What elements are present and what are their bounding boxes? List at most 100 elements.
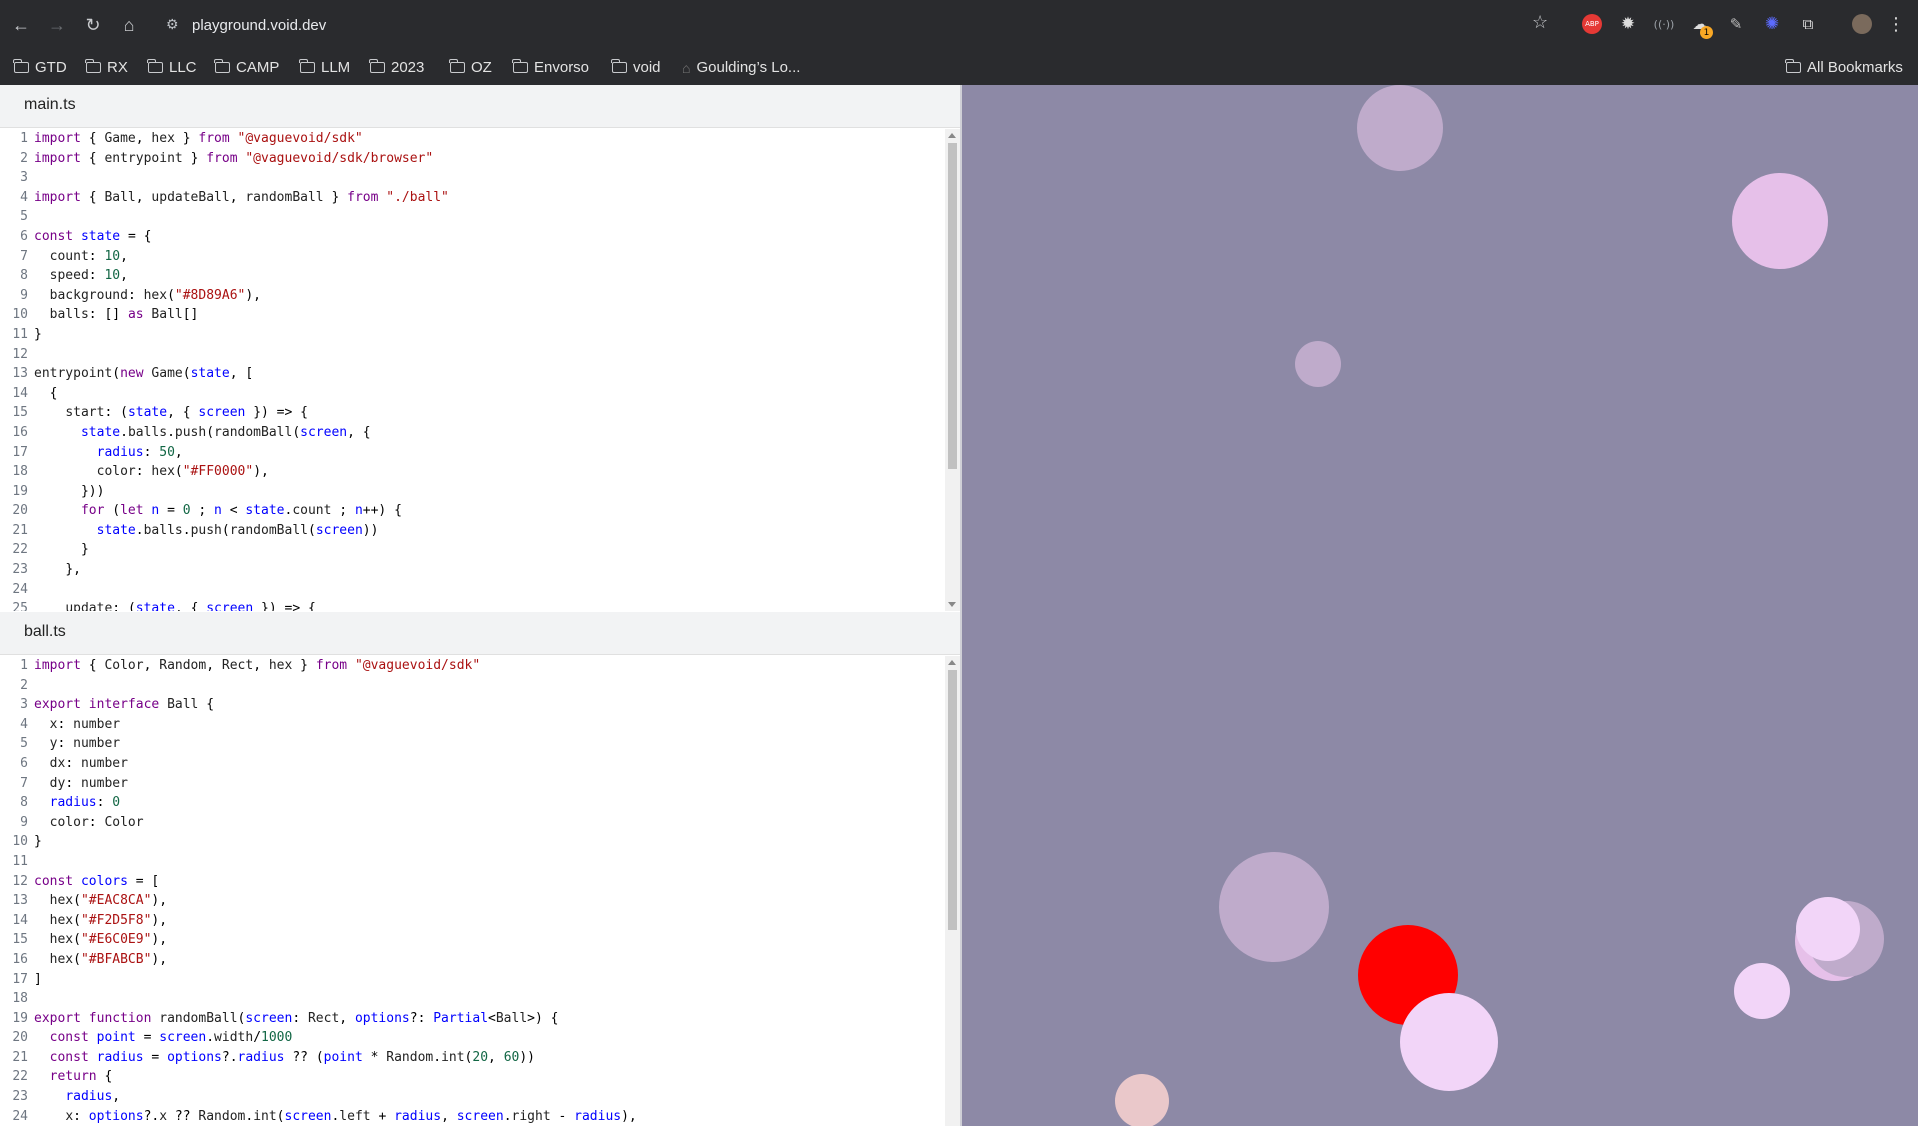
code-line[interactable]: 3 [0, 168, 945, 188]
code-line[interactable]: 14 hex("#F2D5F8"), [0, 911, 945, 931]
eyedropper-extension-icon[interactable]: ✎ [1726, 14, 1746, 34]
reload-icon[interactable]: ↻ [80, 12, 106, 38]
ball-scrollbar[interactable] [945, 656, 960, 1126]
code-line[interactable]: 17] [0, 970, 945, 990]
code-line[interactable]: 17 radius: 50, [0, 443, 945, 463]
code-line[interactable]: 2 import { entrypoint } from "@vaguevoid/… [0, 149, 945, 169]
code-line[interactable]: 24 x: options?.x ?? Random.int(screen.le… [0, 1107, 945, 1126]
code-line[interactable]: 2 [0, 676, 945, 696]
line-number: 2 [20, 677, 28, 693]
code-line[interactable]: 11} [0, 325, 945, 345]
ball-code-editor[interactable]: 1 import { Color, Random, Rect, hex } fro… [0, 656, 945, 1126]
url-text[interactable]: playground.void.dev [192, 17, 326, 34]
code-line[interactable]: 18 color: hex("#FF0000"), [0, 462, 945, 482]
code-line[interactable]: 23 radius, [0, 1087, 945, 1107]
bookmark-oz[interactable]: OZ [449, 59, 492, 76]
code-line[interactable]: 24 [0, 580, 945, 600]
code-line[interactable]: 7 count: 10, [0, 247, 945, 267]
main-code-editor[interactable]: 1 import { Game, hex } from "@vaguevoid/s… [0, 129, 945, 611]
code-line[interactable]: 15 hex("#E6C0E9"), [0, 930, 945, 950]
adblock-extension-icon[interactable]: ABP [1582, 14, 1602, 34]
code-text: color: hex("#FF0000"), [96, 464, 269, 480]
ball [1115, 1074, 1169, 1126]
bookmark-camp[interactable]: CAMP [214, 59, 279, 76]
code-text: } [34, 326, 42, 342]
scroll-up-icon[interactable] [948, 660, 956, 665]
ball-scroll-thumb[interactable] [948, 670, 957, 930]
gear-extension-icon[interactable]: ✹ [1618, 14, 1638, 34]
line-number: 8 [20, 795, 28, 811]
code-text: state.balls.push(randomBall(screen, { [80, 424, 371, 440]
avatar[interactable] [1852, 14, 1872, 34]
code-line[interactable]: 13 hex("#EAC8CA"), [0, 891, 945, 911]
code-line[interactable]: 23 }, [0, 560, 945, 580]
code-line[interactable]: 1 import { Color, Random, Rect, hex } fro… [0, 656, 945, 676]
bookmark-gouldings[interactable]: ⌂ Goulding’s Lo... [682, 59, 800, 76]
code-line[interactable]: 25 update: (state, { screen }) => { [0, 599, 945, 611]
site-info-icon[interactable]: ⚙ [166, 16, 179, 33]
code-line[interactable]: 19 export function randomBall(screen: Rec… [0, 1009, 945, 1029]
code-line[interactable]: 9 color: Color [0, 813, 945, 833]
code-line[interactable]: 10 balls: [] as Ball[] [0, 305, 945, 325]
code-line[interactable]: 22 return { [0, 1067, 945, 1087]
code-line[interactable]: 4 x: number [0, 715, 945, 735]
code-line[interactable]: 8 speed: 10, [0, 266, 945, 286]
line-number: 20 [12, 1030, 28, 1046]
all-bookmarks[interactable]: All Bookmarks [1785, 59, 1903, 76]
code-line[interactable]: 6 const state = { [0, 227, 945, 247]
code-line[interactable]: 8 radius: 0 [0, 793, 945, 813]
code-line[interactable]: 13 entrypoint(new Game(state, [ [0, 364, 945, 384]
bookmark-llm[interactable]: LLM [299, 59, 350, 76]
code-line[interactable]: 3 export interface Ball { [0, 695, 945, 715]
code-line[interactable]: 12 [0, 345, 945, 365]
bookmark-envorso[interactable]: Envorso [512, 59, 589, 76]
address-bar[interactable]: ⚙ playground.void.dev [160, 11, 1520, 41]
code-line[interactable]: 4 import { Ball, updateBall, randomBall }… [0, 188, 945, 208]
bookmark-star-icon[interactable]: ☆ [1532, 12, 1548, 33]
code-line[interactable]: 12 const colors = [ [0, 872, 945, 892]
bookmark-rx[interactable]: RX [85, 59, 128, 76]
bookmark-2023[interactable]: 2023 [369, 59, 424, 76]
code-line[interactable]: 21 state.balls.push(randomBall(screen)) [0, 521, 945, 541]
game-canvas[interactable] [962, 85, 1918, 1126]
scroll-up-icon[interactable] [948, 133, 956, 138]
code-line[interactable]: 20 const point = screen.width/1000 [0, 1028, 945, 1048]
line-number: 18 [12, 991, 28, 1007]
line-number: 3 [20, 697, 28, 713]
puzzle-blue-extension-icon[interactable]: ✺ [1762, 14, 1782, 34]
scroll-down-icon[interactable] [948, 602, 956, 607]
home-icon[interactable]: ⌂ [116, 12, 142, 38]
code-line[interactable]: 7 dy: number [0, 774, 945, 794]
code-line[interactable]: 9 background: hex("#8D89A6"), [0, 286, 945, 306]
bookmark-label: RX [107, 59, 128, 76]
bookmark-llc[interactable]: LLC [147, 59, 197, 76]
code-line[interactable]: 16 state.balls.push(randomBall(screen, { [0, 423, 945, 443]
code-line[interactable]: 21 const radius = options?.radius ?? (po… [0, 1048, 945, 1068]
code-line[interactable]: 19 })) [0, 482, 945, 502]
bookmark-void[interactable]: void [611, 59, 661, 76]
menu-icon[interactable]: ⋮ [1886, 14, 1906, 35]
back-icon[interactable]: ← [8, 12, 34, 38]
code-line[interactable]: 5 y: number [0, 734, 945, 754]
bookmark-gtd[interactable]: GTD [13, 59, 67, 76]
code-line[interactable]: 22 } [0, 540, 945, 560]
line-number: 9 [20, 287, 28, 303]
forward-icon[interactable]: → [44, 12, 70, 38]
line-number: 13 [12, 893, 28, 909]
code-line[interactable]: 20 for (let n = 0 ; n < state.count ; n+… [0, 501, 945, 521]
main-scroll-thumb[interactable] [948, 143, 957, 469]
code-line[interactable]: 6 dx: number [0, 754, 945, 774]
line-number: 11 [12, 326, 28, 342]
code-line[interactable]: 16 hex("#BFABCB"), [0, 950, 945, 970]
line-number: 2 [20, 150, 28, 166]
code-line[interactable]: 11 [0, 852, 945, 872]
broadcast-extension-icon[interactable]: ((·)) [1654, 14, 1675, 34]
code-line[interactable]: 10} [0, 832, 945, 852]
code-line[interactable]: 15 start: (state, { screen }) => { [0, 403, 945, 423]
extensions-icon[interactable]: ⧉ [1798, 14, 1818, 34]
code-line[interactable]: 14 { [0, 384, 945, 404]
code-line[interactable]: 18 [0, 989, 945, 1009]
main-scrollbar[interactable] [945, 129, 960, 611]
code-line[interactable]: 1 import { Game, hex } from "@vaguevoid/s… [0, 129, 945, 149]
code-line[interactable]: 5 [0, 207, 945, 227]
